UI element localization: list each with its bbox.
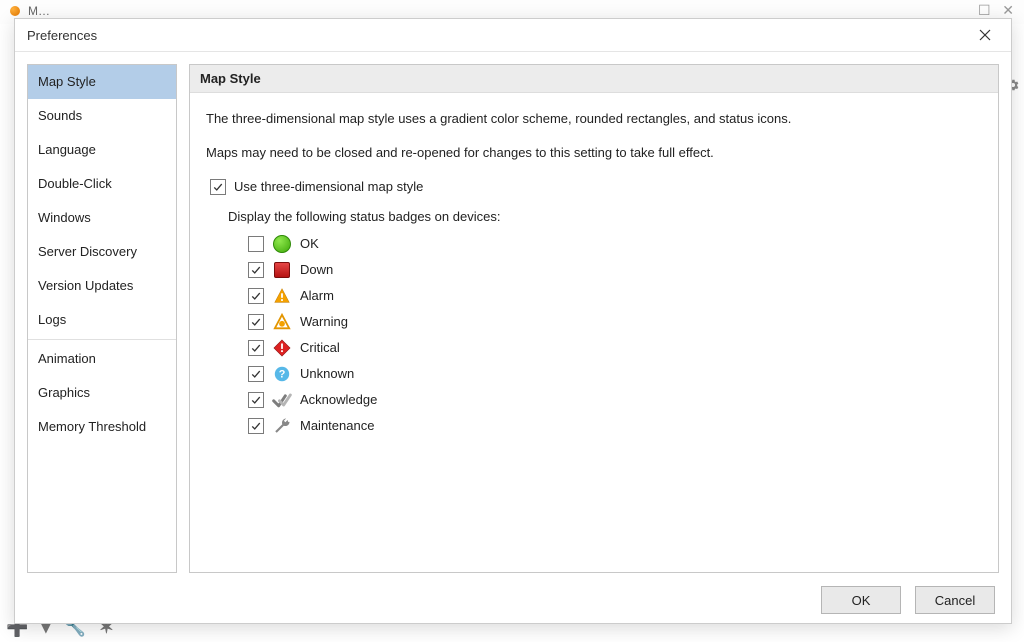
badge-checkbox-unknown[interactable]	[248, 366, 264, 382]
badge-label-ok: OK	[300, 234, 319, 254]
close-icon	[979, 29, 991, 41]
check-icon	[251, 395, 261, 405]
background-window-close-icon: ☐ ✕	[978, 2, 1014, 19]
badge-label-critical: Critical	[300, 338, 340, 358]
category-sidebar: Map StyleSoundsLanguageDouble-ClickWindo…	[27, 64, 177, 573]
check-icon	[251, 265, 261, 275]
badge-row-acknowledge[interactable]: Acknowledge	[248, 389, 982, 411]
preferences-dialog: Preferences Map StyleSoundsLanguageDoubl…	[14, 18, 1012, 624]
badge-label-unknown: Unknown	[300, 364, 354, 384]
check-icon	[251, 343, 261, 353]
badge-checkbox-maintenance[interactable]	[248, 418, 264, 434]
critical-icon	[272, 338, 292, 358]
alarm-icon	[272, 286, 292, 306]
badge-checkbox-down[interactable]	[248, 262, 264, 278]
check-icon	[251, 369, 261, 379]
sidebar-item-double-click[interactable]: Double-Click	[28, 167, 176, 201]
badge-row-down[interactable]: Down	[248, 259, 982, 281]
badge-row-ok[interactable]: OK	[248, 233, 982, 255]
badge-checkbox-acknowledge[interactable]	[248, 392, 264, 408]
settings-panel: Map Style The three-dimensional map styl…	[189, 64, 999, 573]
badge-row-unknown[interactable]: ? Unknown	[248, 363, 982, 385]
sidebar-item-memory-threshold[interactable]: Memory Threshold	[28, 410, 176, 444]
dialog-titlebar: Preferences	[15, 19, 1011, 52]
dialog-button-row: OK Cancel	[15, 577, 1011, 623]
ok-icon	[272, 234, 292, 254]
badge-row-alarm[interactable]: Alarm	[248, 285, 982, 307]
unknown-icon: ?	[272, 364, 292, 384]
use-3d-style-label: Use three-dimensional map style	[234, 177, 423, 197]
badge-checkbox-alarm[interactable]	[248, 288, 264, 304]
badge-label-warning: Warning	[300, 312, 348, 332]
panel-title: Map Style	[190, 65, 998, 93]
check-icon	[251, 317, 261, 327]
badge-checkbox-ok[interactable]	[248, 236, 264, 252]
ack-icon	[272, 390, 292, 410]
badge-row-maintenance[interactable]: Maintenance	[248, 415, 982, 437]
badge-label-acknowledge: Acknowledge	[300, 390, 377, 410]
badge-label-alarm: Alarm	[300, 286, 334, 306]
badge-label-maintenance: Maintenance	[300, 416, 374, 436]
sidebar-item-sounds[interactable]: Sounds	[28, 99, 176, 133]
sidebar-item-windows[interactable]: Windows	[28, 201, 176, 235]
badge-row-warning[interactable]: Warning	[248, 311, 982, 333]
background-window-title: M…	[28, 4, 52, 18]
close-button[interactable]	[967, 21, 1003, 49]
cancel-button[interactable]: Cancel	[915, 586, 995, 614]
use-3d-style-checkbox[interactable]	[210, 179, 226, 195]
down-icon	[272, 260, 292, 280]
badge-row-critical[interactable]: Critical	[248, 337, 982, 359]
check-icon	[251, 291, 261, 301]
warning-icon	[272, 312, 292, 332]
sidebar-item-server-discovery[interactable]: Server Discovery	[28, 235, 176, 269]
sidebar-item-graphics[interactable]: Graphics	[28, 376, 176, 410]
check-icon	[213, 182, 223, 192]
badge-checkbox-critical[interactable]	[248, 340, 264, 356]
wrench-icon	[272, 416, 292, 436]
panel-description-1: The three-dimensional map style uses a g…	[206, 109, 982, 129]
sidebar-item-language[interactable]: Language	[28, 133, 176, 167]
sidebar-item-version-updates[interactable]: Version Updates	[28, 269, 176, 303]
ok-button[interactable]: OK	[821, 586, 901, 614]
app-logo-icon	[10, 6, 20, 16]
dialog-title: Preferences	[27, 28, 967, 43]
badge-checkbox-warning[interactable]	[248, 314, 264, 330]
sidebar-item-logs[interactable]: Logs	[28, 303, 176, 337]
badges-intro-label: Display the following status badges on d…	[228, 207, 982, 227]
use-3d-style-row[interactable]: Use three-dimensional map style	[210, 177, 982, 197]
sidebar-separator	[28, 339, 176, 340]
badge-label-down: Down	[300, 260, 333, 280]
check-icon	[251, 421, 261, 431]
sidebar-item-map-style[interactable]: Map Style	[28, 65, 176, 99]
svg-text:?: ?	[279, 369, 286, 381]
sidebar-item-animation[interactable]: Animation	[28, 342, 176, 376]
panel-description-2: Maps may need to be closed and re-opened…	[206, 143, 982, 163]
